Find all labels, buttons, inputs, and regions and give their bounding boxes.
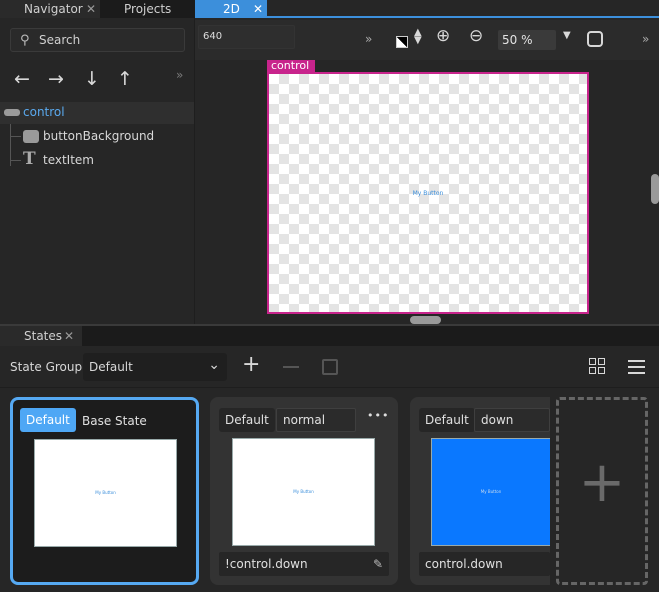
move-left-arrow-icon[interactable]: ← <box>14 68 30 90</box>
state-card-down[interactable]: Default down My Button control.down <box>410 397 550 585</box>
tree-item-label: control <box>23 105 65 119</box>
remove-state-icon[interactable] <box>283 366 299 368</box>
left-tab-bar: Navigator ✕ Projects <box>0 0 195 18</box>
state-thumbnail: My Button <box>232 438 375 546</box>
more-options-icon[interactable]: ••• <box>367 409 389 422</box>
tab-states-label: States <box>24 329 63 343</box>
tab-navigator-label: Navigator <box>24 2 83 16</box>
search-input[interactable]: ⚲ Search <box>10 28 185 52</box>
search-placeholder: Search <box>39 33 81 47</box>
when-condition-text: !control.down <box>225 557 308 571</box>
spin-updown-icon[interactable]: ▲ ▼ <box>414 28 422 46</box>
rectangle-icon <box>4 109 20 116</box>
state-thumbnail: My Button <box>34 439 177 547</box>
state-group-pill: Default <box>419 408 475 432</box>
state-group-select[interactable]: Default ⌄ <box>83 353 227 381</box>
close-icon[interactable]: ✕ <box>86 0 96 18</box>
tree-item-textitem[interactable]: T textItem <box>0 149 195 172</box>
list-view-icon[interactable] <box>628 360 645 374</box>
tab-2d[interactable]: 2D ✕ <box>195 0 267 18</box>
navigator-panel: ⚲ Search ← → ↓ ↑ » control buttonBackgro… <box>0 18 195 324</box>
thumbnail-text: My Button <box>480 489 502 494</box>
grid-view-icon[interactable] <box>589 358 606 375</box>
move-up-arrow-icon[interactable]: ↑ <box>117 68 133 90</box>
rectangle-icon <box>23 130 39 143</box>
editor-tab-bar: 2D ✕ <box>195 0 659 18</box>
design-canvas[interactable]: My Button <box>267 72 589 314</box>
when-condition-field[interactable]: control.down <box>419 552 550 576</box>
width-value: 640 <box>203 31 223 42</box>
root-item-label: control <box>267 60 315 72</box>
tree-item-control[interactable]: control <box>0 102 195 124</box>
add-state-button[interactable]: + <box>556 397 648 585</box>
tab-navigator[interactable]: Navigator ✕ <box>0 0 100 18</box>
vertical-scrollbar[interactable] <box>651 174 659 204</box>
tab-projects[interactable]: Projects <box>100 0 195 18</box>
when-condition-text: control.down <box>425 557 503 571</box>
fit-screen-icon[interactable] <box>587 31 603 47</box>
edit-state-icon[interactable] <box>322 359 338 375</box>
thumbnail-text: My Button <box>95 490 116 495</box>
states-tab-bar: States ✕ <box>0 324 659 346</box>
state-group-value: Default <box>89 360 133 374</box>
more-icon[interactable]: » <box>176 68 183 82</box>
state-group-label: State Group <box>10 360 83 374</box>
tab-states[interactable]: States ✕ <box>0 326 82 346</box>
more-icon[interactable]: » <box>642 32 649 46</box>
state-group-pill: Default <box>20 408 76 432</box>
state-group-pill: Default <box>219 408 275 432</box>
horizontal-scrollbar[interactable] <box>410 316 441 324</box>
chevron-down-icon: ⌄ <box>208 357 220 373</box>
when-condition-field[interactable]: !control.down ✎ <box>219 552 389 576</box>
tree-item-label: textItem <box>43 153 94 167</box>
move-right-arrow-icon[interactable]: → <box>48 68 64 90</box>
tab-2d-label: 2D <box>223 2 240 16</box>
zoom-in-icon[interactable]: ⊕ <box>436 26 450 46</box>
state-card-base[interactable]: Default Base State My Button <box>10 397 199 585</box>
search-icon: ⚲ <box>20 33 30 48</box>
states-toolbar: State Group Default ⌄ + <box>0 346 659 388</box>
more-icon[interactable]: » <box>365 32 372 46</box>
dropdown-icon[interactable]: ▼ <box>563 30 571 41</box>
move-down-arrow-icon[interactable]: ↓ <box>84 68 100 90</box>
state-name-field[interactable]: normal <box>276 408 356 432</box>
zoom-out-icon[interactable]: ⊖ <box>469 26 483 46</box>
tab-projects-label: Projects <box>124 2 172 16</box>
text-t-icon: T <box>23 149 36 169</box>
add-state-icon[interactable]: + <box>242 352 260 377</box>
zoom-field[interactable]: 50 % <box>498 30 556 50</box>
plus-icon: + <box>578 450 626 515</box>
state-card-normal[interactable]: Default normal ••• My Button !control.do… <box>210 397 398 585</box>
thumbnail-text: My Button <box>293 489 314 494</box>
editor-toolbar: 640 » ▲ ▼ ⊕ ⊖ 50 % ▼ » <box>195 20 659 60</box>
state-thumbnail: My Button <box>431 438 550 546</box>
close-icon[interactable]: ✕ <box>64 326 74 346</box>
zoom-value: 50 % <box>502 33 533 47</box>
edit-icon[interactable]: ✎ <box>373 552 383 576</box>
state-name: Base State <box>82 414 147 428</box>
tree-item-label: buttonBackground <box>43 129 155 143</box>
width-field[interactable]: 640 <box>198 25 295 49</box>
button-text: My Button <box>412 190 444 197</box>
state-name-field[interactable]: down <box>474 408 550 432</box>
tree-item-buttonbackground[interactable]: buttonBackground <box>0 126 195 148</box>
close-icon[interactable]: ✕ <box>253 0 263 18</box>
checker-bg-icon[interactable] <box>396 36 408 48</box>
